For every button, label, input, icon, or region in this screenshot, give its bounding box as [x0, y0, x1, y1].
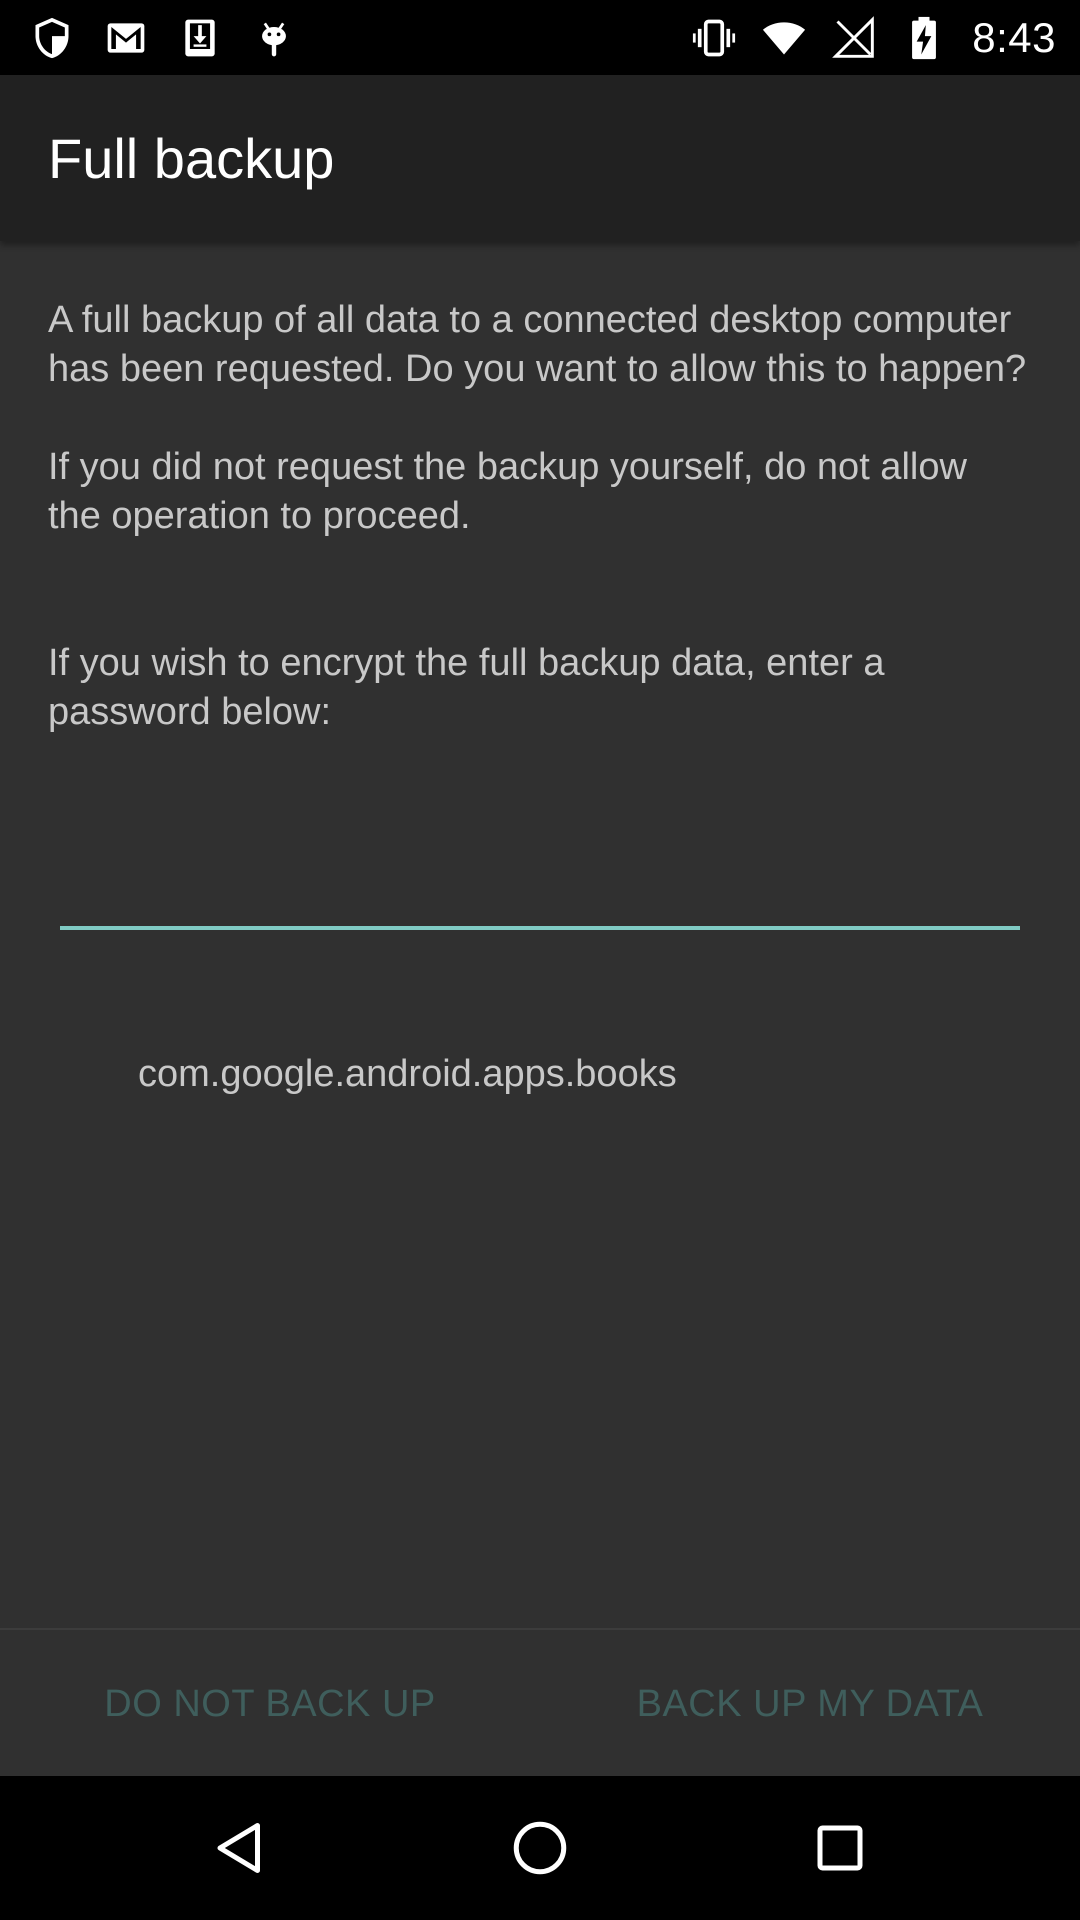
encryption-instructions-text: If you wish to encrypt the full backup d… [48, 642, 885, 733]
status-bar: 8:43 [0, 0, 1080, 75]
back-icon [217, 1823, 260, 1873]
system-status-icons: 8:43 [692, 0, 1056, 75]
back-up-my-data-button[interactable]: BACK UP MY DATA [610, 1630, 1010, 1778]
page-title: Full backup [48, 127, 335, 190]
wifi-icon [763, 21, 806, 55]
no-signal-icon [832, 15, 875, 58]
recents-icon [817, 1825, 863, 1871]
package-name-label: com.google.android.apps.books [138, 1053, 677, 1095]
backup-request-text: A full backup of all data to a connected… [48, 299, 1027, 390]
android-icon [262, 22, 286, 56]
app-bar: Full backup [0, 75, 1080, 241]
home-icon [513, 1821, 567, 1875]
vibrate-icon [693, 19, 736, 56]
gmail-icon [107, 22, 145, 53]
recents-button[interactable] [804, 1812, 876, 1884]
full-backup-screen: 8:43 Full backup A full backup of all da… [0, 0, 1080, 1920]
do-not-back-up-button[interactable]: DO NOT BACK UP [70, 1630, 470, 1778]
backup-warning-text: If you did not request the backup yourse… [48, 446, 967, 537]
dialog-content: A full backup of all data to a connected… [48, 296, 1028, 737]
clock: 8:43 [972, 13, 1056, 61]
dialog-button-bar: DO NOT BACK UP BACK UP MY DATA [0, 1628, 1080, 1778]
shield-icon [35, 17, 69, 58]
encryption-password-field[interactable] [60, 850, 1020, 930]
navigation-bar [0, 1776, 1080, 1920]
battery-charging-icon [912, 16, 937, 59]
notification-icons [30, 0, 296, 75]
home-button[interactable] [504, 1812, 576, 1884]
download-icon [185, 19, 215, 56]
back-button[interactable] [204, 1812, 276, 1884]
